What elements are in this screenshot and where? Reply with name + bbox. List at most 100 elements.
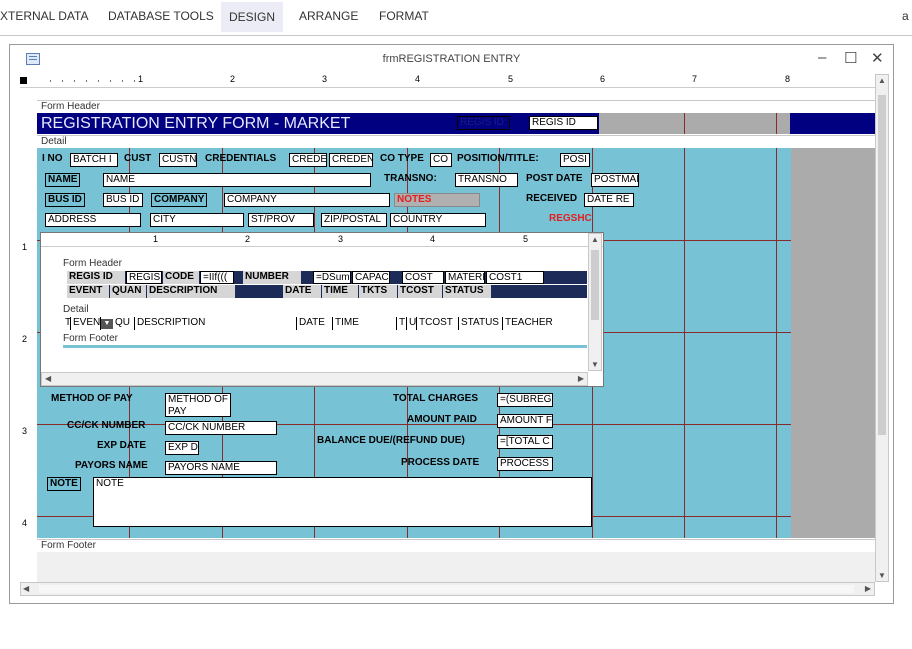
cc-ck-number-textbox[interactable]: CC/CK NUMBER: [165, 421, 277, 435]
credentials-textbox-1[interactable]: CREDE: [289, 153, 327, 167]
cust-label[interactable]: CUST: [122, 153, 153, 167]
sub-description-field[interactable]: DESCRIPTION: [135, 317, 297, 330]
amount-paid-label[interactable]: AMOUNT PAID: [405, 414, 479, 428]
sub-description-header[interactable]: DESCRIPTION: [147, 285, 235, 298]
transno-textbox[interactable]: TRANSNO: [455, 173, 518, 187]
scroll-right-icon[interactable]: ▶: [578, 374, 584, 383]
scroll-thumb[interactable]: [878, 95, 886, 435]
tab-database-tools[interactable]: DATABASE TOOLS: [108, 9, 214, 23]
regshc-label[interactable]: REGSHC: [547, 213, 594, 227]
detail-band[interactable]: Detail: [37, 135, 875, 148]
sub-status-field[interactable]: STATUS: [459, 317, 503, 330]
scroll-down-icon[interactable]: ▼: [878, 571, 886, 580]
registration-subform[interactable]: 1 2 3 4 5 Form Header REGIS ID REGIS COD…: [40, 232, 604, 387]
received-textbox[interactable]: DATE RE: [584, 193, 634, 207]
close-button[interactable]: ✕: [871, 49, 884, 67]
exp-date-textbox[interactable]: EXP D: [165, 441, 199, 455]
tab-design[interactable]: DESIGN: [221, 2, 284, 32]
sub-date-header[interactable]: DATE: [283, 285, 321, 298]
sub-tcost-field[interactable]: TCOST: [417, 317, 459, 330]
amount-paid-textbox[interactable]: AMOUNT F: [497, 414, 553, 428]
payors-name-textbox[interactable]: PAYORS NAME: [165, 461, 277, 475]
sub-cost-textbox[interactable]: COST: [402, 271, 444, 284]
scroll-up-icon[interactable]: ▲: [878, 76, 886, 85]
balance-due-label[interactable]: BALANCE DUE/(REFUND DUE): [315, 435, 467, 449]
credentials-textbox-2[interactable]: CREDEN: [329, 153, 373, 167]
no-label[interactable]: I NO: [40, 153, 65, 167]
cc-ck-number-label[interactable]: CC/CK NUMBER: [65, 420, 147, 434]
name-textbox[interactable]: NAME: [103, 173, 371, 187]
city-textbox[interactable]: CITY: [150, 213, 244, 227]
balance-due-textbox[interactable]: =[TOTAL C: [497, 435, 553, 449]
position-label[interactable]: POSITION/TITLE:: [455, 153, 541, 167]
sub-tkts-header[interactable]: TKTS: [359, 285, 397, 298]
subform-detail-band[interactable]: Detail: [63, 304, 587, 315]
tab-format[interactable]: FORMAT: [379, 9, 429, 23]
scroll-thumb[interactable]: [591, 250, 599, 320]
post-date-label[interactable]: POST DATE: [524, 173, 584, 187]
minimize-button[interactable]: –: [818, 49, 826, 66]
total-charges-textbox[interactable]: =(SUBREG: [497, 393, 553, 407]
exp-date-label[interactable]: EXP DATE: [95, 440, 148, 454]
zip-textbox[interactable]: ZIP/POSTAL: [321, 213, 387, 227]
process-date-label[interactable]: PROCESS DATE: [399, 457, 481, 471]
scroll-left-icon[interactable]: ◀: [45, 374, 51, 383]
process-date-textbox[interactable]: PROCESS: [497, 457, 553, 471]
method-of-pay-textbox[interactable]: METHOD OF PAY: [165, 393, 231, 417]
bus-id-label[interactable]: BUS ID: [45, 193, 85, 207]
sub-time-field[interactable]: TIME: [333, 317, 397, 330]
scroll-up-icon[interactable]: ▲: [591, 235, 599, 244]
sub-number-label[interactable]: NUMBER: [243, 271, 301, 284]
scroll-thumb[interactable]: [39, 585, 854, 593]
subform-horizontal-scrollbar[interactable]: ◀ ▶: [41, 372, 588, 386]
sub-code-label[interactable]: CODE: [163, 271, 199, 284]
sub-teacher-field[interactable]: TEACHER: [503, 317, 563, 330]
position-textbox[interactable]: POSI: [560, 153, 590, 167]
sub-status-header[interactable]: STATUS: [443, 285, 491, 298]
sub-event-header[interactable]: EVENT: [67, 285, 109, 298]
regis-id-textbox[interactable]: REGIS ID: [529, 116, 598, 130]
sub-dsum-textbox[interactable]: =DSum: [313, 271, 351, 284]
company-textbox[interactable]: COMPANY: [224, 193, 390, 207]
sub-t-field[interactable]: T: [397, 317, 407, 330]
sub-materia-textbox[interactable]: MATERIA: [445, 271, 485, 284]
post-date-textbox[interactable]: POSTMAI: [591, 173, 639, 187]
sub-regis-id-label[interactable]: REGIS ID: [67, 271, 125, 284]
sub-event-combo[interactable]: EVEN: [71, 317, 101, 330]
name-label[interactable]: NAME: [45, 173, 81, 187]
sub-tf-field[interactable]: TF: [63, 317, 71, 330]
note-label[interactable]: NOTE: [47, 477, 81, 491]
payors-name-label[interactable]: PAYORS NAME: [73, 460, 150, 474]
tab-external-data[interactable]: XTERNAL DATA: [0, 9, 88, 23]
horizontal-scrollbar[interactable]: ◀ ▶: [20, 582, 875, 596]
sub-cost1-textbox[interactable]: COST1: [486, 271, 544, 284]
co-type-label[interactable]: CO TYPE: [378, 153, 426, 167]
bus-id-textbox[interactable]: BUS ID: [103, 193, 143, 207]
sub-code-textbox[interactable]: =IIf(((: [200, 271, 234, 284]
form-title-label[interactable]: REGISTRATION ENTRY FORM - MARKET: [39, 114, 352, 133]
sub-u-field[interactable]: U: [407, 317, 417, 330]
sub-time-header[interactable]: TIME: [322, 285, 358, 298]
method-of-pay-label[interactable]: METHOD OF PAY: [49, 393, 135, 407]
sub-regis-textbox[interactable]: REGIS: [126, 271, 162, 284]
scroll-right-icon[interactable]: ▶: [865, 584, 871, 593]
subform-vertical-scrollbar[interactable]: ▲ ▼: [588, 233, 602, 371]
sub-quan-field[interactable]: QU: [113, 317, 135, 330]
tab-arrange[interactable]: ARRANGE: [299, 9, 358, 23]
notes-label[interactable]: NOTES: [394, 193, 480, 207]
scroll-down-icon[interactable]: ▼: [591, 360, 599, 369]
st-prov-textbox[interactable]: ST/PROV: [248, 213, 314, 227]
vertical-scrollbar[interactable]: ▲ ▼: [875, 74, 889, 582]
credentials-label[interactable]: CREDENTIALS: [203, 153, 278, 167]
cust-textbox[interactable]: CUSTN: [159, 153, 197, 167]
transno-label[interactable]: TRANSNO:: [382, 173, 439, 187]
dropdown-arrow-icon[interactable]: ▼: [101, 319, 113, 329]
note-textbox[interactable]: NOTE: [93, 477, 592, 527]
subform-header-band[interactable]: Form Header: [63, 258, 587, 269]
company-label[interactable]: COMPANY: [151, 193, 208, 207]
scroll-left-icon[interactable]: ◀: [23, 584, 29, 593]
form-footer-band[interactable]: Form Footer: [37, 539, 875, 552]
batch-textbox[interactable]: BATCH I: [70, 153, 118, 167]
regis-id-label[interactable]: REGIS ID:: [457, 116, 510, 130]
sub-date-field[interactable]: DATE: [297, 317, 333, 330]
